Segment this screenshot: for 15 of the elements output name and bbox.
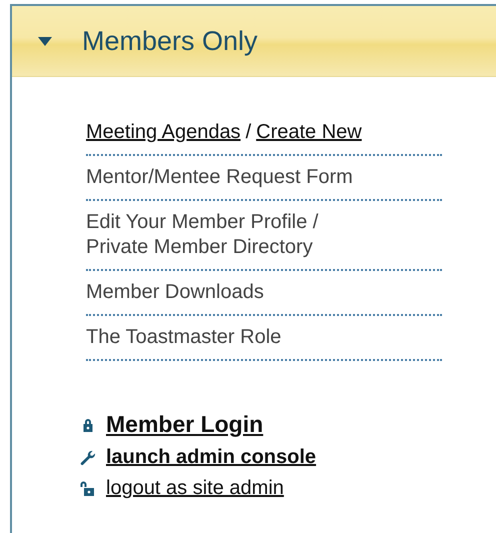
menu-link[interactable]: Create New [256,121,362,143]
menu-item[interactable]: Edit Your Member Profile / Private Member Directory [86,210,442,260]
link-separator: / [244,121,252,143]
wrench-icon [80,450,96,466]
menu-item[interactable]: Member Downloads [86,280,442,305]
admin-link[interactable]: Member Login [106,411,264,438]
panel-header[interactable]: Members Only [12,6,496,77]
admin-link[interactable]: logout as site admin [106,477,284,500]
caret-down-icon[interactable] [38,36,52,46]
menu-item[interactable]: Mentor/Mentee Request Form [86,165,442,190]
menu-item[interactable]: The Toastmaster Role [86,325,442,350]
admin-link[interactable]: launch admin console [106,446,316,469]
menu-link[interactable]: Meeting Agendas [86,121,241,143]
panel-title: Members Only [82,26,258,56]
unlocked-lock-icon [80,480,96,496]
